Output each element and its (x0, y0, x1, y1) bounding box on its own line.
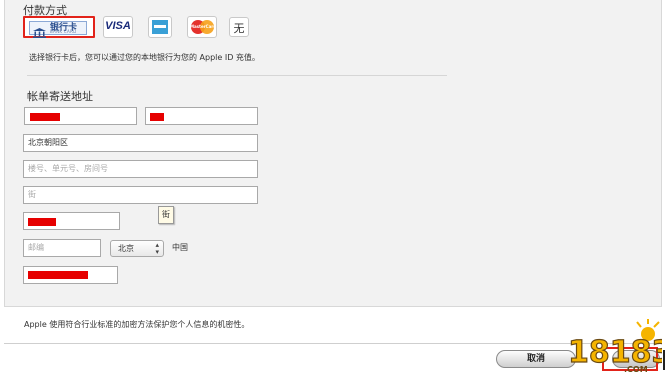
redaction-first-name (150, 113, 164, 121)
payment-panel: 付款方式 银行卡 BANK CARD VISA MasterCard 无 选择银… (4, 0, 662, 307)
redaction-last-name (30, 113, 60, 121)
amex-logo (152, 20, 168, 34)
province-value: 北京 (118, 244, 134, 253)
section-divider (27, 75, 447, 76)
watermark-sub: .COM (624, 365, 648, 374)
province-select[interactable]: 北京 ▴ ▾ (110, 240, 164, 257)
select-arrows-icon: ▴ ▾ (155, 241, 159, 256)
redaction-phone (28, 271, 88, 279)
billing-address-title: 帐单寄送地址 (27, 90, 93, 103)
bank-card-option[interactable]: 银行卡 BANK CARD (23, 16, 95, 38)
bank-icon (33, 23, 46, 42)
street-field[interactable]: 北京朝阳区 (23, 134, 258, 152)
postal-code-field[interactable]: 邮编 (23, 239, 101, 257)
bank-card-sublabel: BANK CARD (50, 29, 77, 34)
watermark-logo: 18183 .COM (562, 318, 668, 378)
none-option[interactable]: 无 (229, 17, 249, 37)
security-notice: Apple 使用符合行业标准的加密方法保护您个人信息的机密性。 (24, 320, 250, 329)
bank-card-info-text: 选择银行卡后，您可以通过您的本地银行为您的 Apple ID 充值。 (29, 53, 260, 62)
visa-logo: VISA (105, 20, 131, 32)
unit-field[interactable]: 楼号、单元号、房间号 (23, 160, 258, 178)
country-label: 中国 (172, 243, 188, 252)
district-field[interactable]: 街 (23, 186, 258, 204)
edge-mark (663, 350, 665, 370)
redaction-city (28, 218, 56, 226)
watermark-text: 18183 (568, 335, 662, 370)
mastercard-logo: MasterCard (190, 24, 217, 29)
bank-card-badge: 银行卡 BANK CARD (29, 21, 87, 38)
amex-option[interactable] (148, 16, 172, 38)
visa-option[interactable]: VISA (103, 16, 133, 38)
none-label: 无 (233, 22, 245, 35)
mastercard-option[interactable]: MasterCard (187, 16, 217, 38)
autocomplete-tooltip: 街 (158, 206, 174, 224)
